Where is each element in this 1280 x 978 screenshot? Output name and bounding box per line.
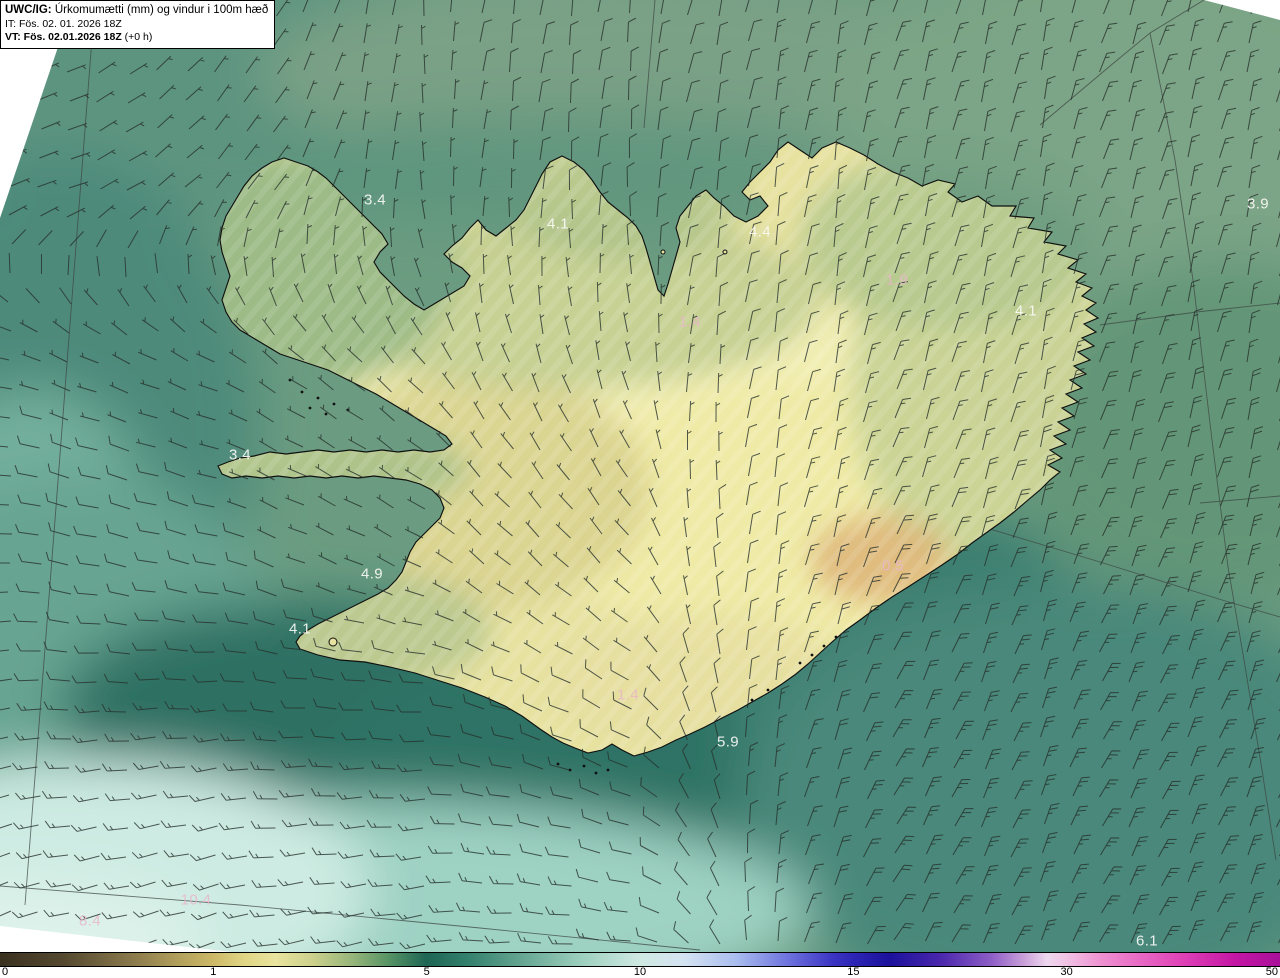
init-time: IT: Fös. 02. 01. 2026 18Z — [5, 17, 122, 30]
colorbar-gradient — [0, 952, 1280, 967]
weather-map — [0, 0, 1280, 952]
colorbar-tick-5: 5 — [423, 966, 430, 978]
colorbar-tick-labels: 0 1 5 10 15 30 50 — [0, 966, 1280, 978]
colorbar-tick-10: 10 — [633, 966, 647, 978]
map-title-box: UWC/IG: Úrkomumætti (mm) og vindur i 100… — [0, 0, 276, 49]
map-title: UWC/IG: Úrkomumætti (mm) og vindur i 100… — [5, 3, 268, 18]
colorbar-tick-50: 50 — [1265, 966, 1278, 978]
colorbar-tick-0: 0 — [2, 966, 9, 978]
product-id-label: UWC/IG: — [5, 4, 52, 16]
colorbar-tick-15: 15 — [847, 966, 860, 978]
valid-time: VT: Fös. 02.01.2026 18Z (+0 h) — [5, 31, 268, 44]
colorbar-tick-1: 1 — [210, 966, 217, 978]
colorbar-tick-30: 30 — [1060, 966, 1073, 978]
valid-time-offset: (+0 h) — [121, 31, 153, 44]
precipitation-colorbar: 0 1 5 10 15 30 50 — [0, 952, 1280, 978]
valid-time-main: VT: Fös. 02.01.2026 18Z — [5, 31, 122, 44]
map-title-text: Úrkomumætti (mm) og vindur i 100m hæð — [51, 4, 269, 16]
weather-map-app: 4.1 4.4 3.9 4.1 3.4 3.4 4.9 4.1 5.9 6.1 1.4 1.9 1.4 0… — [0, 0, 1280, 978]
